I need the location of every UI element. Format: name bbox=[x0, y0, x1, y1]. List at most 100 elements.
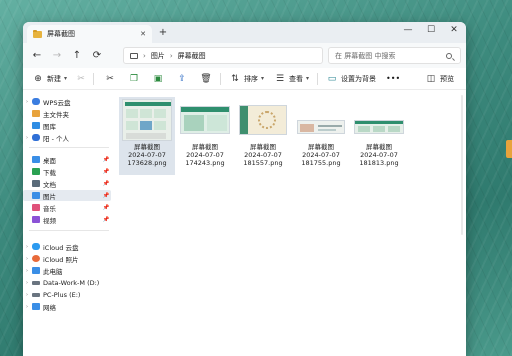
maximize-button[interactable]: ☐ bbox=[423, 25, 439, 35]
file-date: 2024-07-07 bbox=[360, 151, 398, 159]
preview-pane-button[interactable]: ◫ 预览 bbox=[425, 74, 454, 84]
file-extension-name: 173628.png bbox=[127, 159, 167, 167]
breadcrumb-screenshots[interactable]: 屏幕截图 bbox=[178, 51, 206, 61]
chevron-right-icon[interactable]: › bbox=[23, 304, 31, 310]
tab-close-icon[interactable]: ✕ bbox=[140, 30, 146, 38]
close-window-button[interactable]: ✕ bbox=[446, 25, 462, 35]
pin-icon[interactable]: 📌 bbox=[101, 205, 111, 211]
address-bar[interactable]: › 图片 › 屏幕截图 bbox=[123, 47, 323, 64]
sidebar-item-music[interactable]: 音乐 📌 bbox=[23, 202, 111, 213]
video-icon bbox=[32, 216, 40, 223]
sidebar-item-label: PC-Plus (E:) bbox=[43, 290, 81, 299]
sidebar-divider bbox=[29, 147, 109, 148]
sidebar-item-network[interactable]: › 网络 bbox=[23, 301, 111, 312]
sidebar-item-wps-cloud[interactable]: › WPS云盘 bbox=[23, 96, 111, 107]
up-button[interactable]: ↑ bbox=[67, 50, 87, 61]
delete-icon[interactable]: 🗑 bbox=[200, 74, 212, 84]
sort-button[interactable]: ⇅ 排序 ▾ bbox=[229, 74, 264, 84]
refresh-button[interactable]: ⟳ bbox=[87, 50, 107, 61]
sidebar-item-home[interactable]: 主文件夹 bbox=[23, 108, 111, 119]
home-icon bbox=[32, 110, 40, 117]
sidebar-item-label: 音乐 bbox=[43, 204, 56, 213]
chevron-right-icon[interactable]: › bbox=[23, 292, 31, 298]
chevron-right-icon: › bbox=[143, 51, 146, 60]
back-button[interactable]: ← bbox=[27, 50, 47, 61]
onedrive-icon bbox=[32, 134, 40, 141]
file-item[interactable]: 屏幕截图 2024-07-07 181813.png bbox=[351, 97, 407, 175]
chevron-right-icon[interactable]: › bbox=[23, 268, 31, 274]
minimize-button[interactable]: — bbox=[400, 25, 416, 35]
pin-icon[interactable]: 📌 bbox=[101, 193, 111, 199]
sidebar-item-icloud-photos[interactable]: › iCloud 照片 bbox=[23, 253, 111, 264]
image-thumbnail bbox=[122, 99, 172, 141]
chevron-right-icon[interactable]: › bbox=[23, 135, 31, 141]
chevron-right-icon[interactable]: › bbox=[23, 280, 31, 286]
sort-label: 排序 bbox=[244, 74, 259, 83]
cut-icon[interactable]: ✂ bbox=[104, 74, 116, 84]
edge-widget-tab[interactable] bbox=[506, 140, 512, 158]
share-icon[interactable]: ⇪ bbox=[176, 74, 188, 84]
sidebar-item-label: iCloud 云盘 bbox=[43, 243, 79, 252]
chevron-down-icon: ▾ bbox=[261, 75, 265, 82]
drive-icon bbox=[32, 292, 40, 297]
file-item[interactable]: 屏幕截图 2024-07-07 181557.png bbox=[235, 97, 291, 175]
chevron-right-icon[interactable]: › bbox=[23, 256, 31, 262]
preview-label: 预览 bbox=[440, 74, 454, 83]
file-item[interactable]: 屏幕截图 2024-07-07 181755.png bbox=[293, 97, 349, 175]
sidebar-item-label: 图片 bbox=[43, 192, 56, 201]
icloud-photos-icon bbox=[32, 255, 40, 262]
sidebar-item-onedrive[interactable]: › 阳 - 个人 bbox=[23, 132, 111, 143]
documents-icon bbox=[32, 180, 40, 187]
vertical-scrollbar[interactable] bbox=[461, 95, 463, 235]
image-thumbnail bbox=[354, 120, 404, 134]
sidebar-item-label: 此电脑 bbox=[43, 267, 63, 276]
chevron-right-icon[interactable]: › bbox=[23, 244, 31, 250]
file-extension-name: 174243.png bbox=[185, 159, 225, 167]
sidebar-item-drive-e[interactable]: › PC-Plus (E:) bbox=[23, 289, 111, 300]
pictures-icon bbox=[32, 192, 40, 199]
sidebar-item-label: 图库 bbox=[43, 122, 56, 131]
sidebar-divider bbox=[29, 230, 109, 231]
sidebar-item-desktop[interactable]: 桌面 📌 bbox=[23, 154, 111, 165]
sidebar-item-label: Data-Work-M (D:) bbox=[43, 278, 100, 287]
pin-icon[interactable]: 📌 bbox=[101, 181, 111, 187]
file-item[interactable]: 屏幕截图 2024-07-07 174243.png bbox=[177, 97, 233, 175]
paste-icon[interactable]: ▣ bbox=[152, 74, 164, 84]
sidebar-item-this-pc[interactable]: › 此电脑 bbox=[23, 265, 111, 276]
sidebar-item-label: 下载 bbox=[43, 168, 56, 177]
pin-icon[interactable]: 📌 bbox=[101, 217, 111, 223]
toolbar-divider bbox=[317, 72, 319, 85]
chevron-down-icon: ▾ bbox=[64, 75, 68, 82]
pin-icon[interactable]: 📌 bbox=[101, 157, 111, 163]
more-options-button[interactable]: ••• bbox=[386, 74, 400, 83]
new-tab-button[interactable]: + bbox=[156, 27, 170, 38]
pin-icon[interactable]: 📌 bbox=[101, 169, 111, 175]
sidebar-item-label: 主文件夹 bbox=[43, 110, 69, 119]
sidebar-item-gallery[interactable]: 图库 bbox=[23, 120, 111, 131]
view-label: 查看 bbox=[289, 74, 304, 83]
sidebar-item-downloads[interactable]: 下载 📌 bbox=[23, 166, 111, 177]
toolbar-divider bbox=[220, 72, 222, 85]
copy-icon[interactable]: ❐ bbox=[128, 74, 140, 84]
sidebar-item-documents[interactable]: 文档 📌 bbox=[23, 178, 111, 189]
breadcrumb-pictures[interactable]: 图片 bbox=[151, 51, 165, 61]
sidebar-item-icloud-drive[interactable]: › iCloud 云盘 bbox=[23, 241, 111, 252]
file-extension-name: 181557.png bbox=[243, 159, 283, 167]
forward-button[interactable]: → bbox=[47, 50, 67, 61]
file-name: 屏幕截图 bbox=[134, 143, 160, 151]
cut-icon[interactable]: ✂ bbox=[75, 74, 87, 84]
view-button[interactable]: ☰ 查看 ▾ bbox=[274, 74, 309, 84]
tab-screenshots[interactable]: 屏幕截图 ✕ bbox=[27, 25, 152, 43]
new-button[interactable]: ⊕ 新建 ▾ bbox=[32, 74, 67, 84]
sidebar-item-pictures[interactable]: 图片 📌 bbox=[23, 190, 111, 201]
search-input[interactable]: 在 屏幕截图 中搜索 bbox=[328, 47, 461, 64]
set-as-background-button[interactable]: ▭ 设置为背景 bbox=[326, 74, 376, 84]
set-background-label: 设置为背景 bbox=[341, 74, 377, 83]
file-item[interactable]: 屏幕截图 2024-07-07 173628.png bbox=[119, 97, 175, 175]
file-extension-name: 181755.png bbox=[301, 159, 341, 167]
sidebar-item-drive-d[interactable]: › Data-Work-M (D:) bbox=[23, 277, 111, 288]
chevron-right-icon[interactable]: › bbox=[23, 99, 31, 105]
file-date: 2024-07-07 bbox=[302, 151, 340, 159]
file-date: 2024-07-07 bbox=[128, 151, 166, 159]
sidebar-item-videos[interactable]: 视频 📌 bbox=[23, 214, 111, 225]
